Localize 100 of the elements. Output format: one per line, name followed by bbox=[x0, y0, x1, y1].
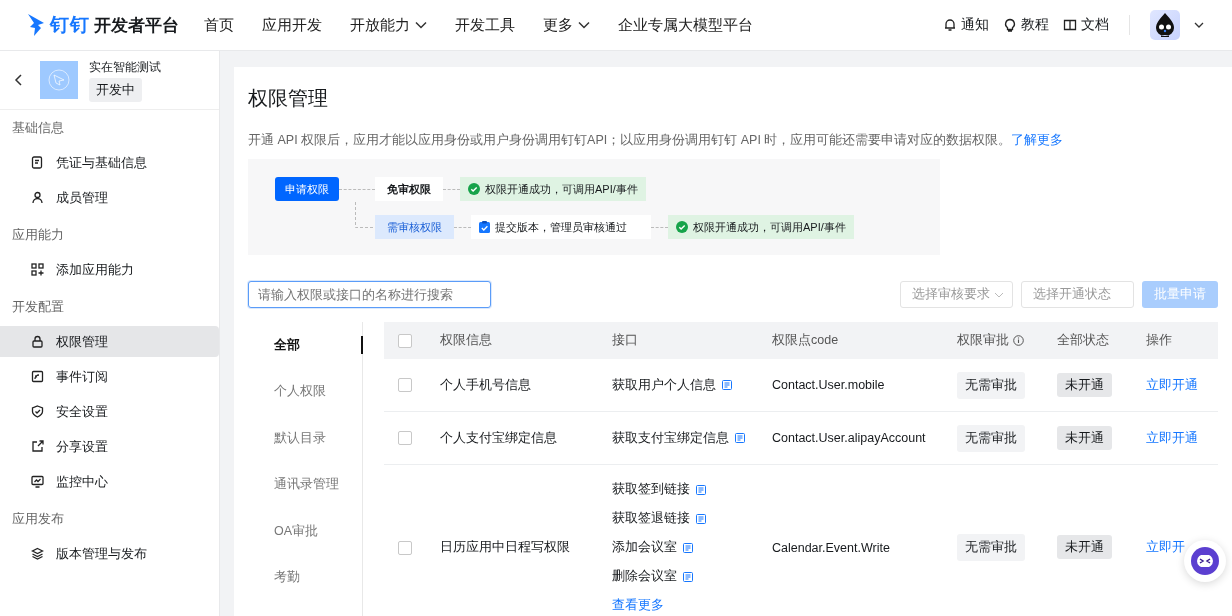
section-title: 应用能力 bbox=[11, 227, 65, 244]
select-all-checkbox[interactable] bbox=[398, 333, 412, 348]
sidebar-item[interactable]: 凭证与基础信息 bbox=[0, 147, 219, 178]
sidebar-item[interactable]: 添加应用能力 bbox=[0, 254, 219, 285]
api-name: 获取支付宝绑定信息 bbox=[612, 429, 729, 447]
chevron-down-icon bbox=[578, 21, 590, 29]
view-more-link[interactable]: 查看更多 bbox=[612, 591, 772, 616]
document-icon bbox=[31, 156, 44, 169]
api-name: 获取签到链接 bbox=[612, 481, 690, 498]
permission-name: 个人支付宝绑定信息 bbox=[440, 430, 557, 445]
flow-node: 需审核权限 bbox=[375, 215, 454, 239]
doc-list-icon[interactable] bbox=[722, 380, 732, 390]
book-icon bbox=[1063, 18, 1077, 32]
approval-tag: 无需审批 bbox=[957, 534, 1025, 561]
section-title: 应用发布 bbox=[11, 511, 65, 528]
enable-link[interactable]: 立即开 bbox=[1146, 540, 1185, 554]
api-name: 获取用户个人信息 bbox=[612, 376, 716, 394]
grid-plus-icon bbox=[31, 263, 44, 276]
flow-node: 免审权限 bbox=[375, 177, 443, 201]
back-icon[interactable] bbox=[14, 74, 22, 86]
doc-list-icon[interactable] bbox=[735, 433, 745, 443]
nav-link[interactable]: 应用开发 bbox=[262, 15, 322, 35]
header-link[interactable]: 教程 bbox=[1003, 16, 1049, 34]
column-header: 全部状态 bbox=[1057, 333, 1109, 347]
app-logo-icon bbox=[47, 68, 71, 92]
permission-code: Calendar.Event.Write bbox=[772, 540, 890, 555]
chat-bot-icon bbox=[1191, 547, 1219, 575]
check-circle-icon bbox=[468, 183, 480, 195]
doc-list-icon[interactable] bbox=[683, 571, 693, 582]
header-link[interactable]: 文档 bbox=[1063, 16, 1109, 34]
status-tag: 未开通 bbox=[1057, 425, 1112, 450]
category-item[interactable]: 通讯录管理 bbox=[248, 461, 362, 508]
lightbulb-icon bbox=[1003, 18, 1017, 32]
chevron-down-icon[interactable] bbox=[1194, 21, 1204, 29]
column-header: 操作 bbox=[1146, 333, 1172, 347]
search-field[interactable]: 请输入权限或接口的名称进行搜索 bbox=[248, 281, 491, 308]
sidebar-item[interactable]: 事件订阅 bbox=[0, 361, 219, 392]
avatar[interactable] bbox=[1150, 10, 1180, 40]
status-tag: 开发中 bbox=[89, 77, 142, 102]
share-icon bbox=[31, 440, 44, 453]
column-header: 接口 bbox=[612, 333, 638, 347]
api-name: 添加会议室 bbox=[612, 539, 677, 556]
category-item[interactable]: 考勤 bbox=[248, 554, 362, 601]
logo-text: 钉钉 bbox=[50, 13, 90, 37]
nav-link[interactable]: 首页 bbox=[204, 15, 234, 35]
layers-icon bbox=[31, 547, 44, 560]
doc-list-icon[interactable] bbox=[683, 542, 693, 553]
nav-link[interactable]: 开发工具 bbox=[455, 15, 515, 35]
learn-more-link[interactable]: 了解更多 bbox=[1011, 133, 1064, 147]
sidebar-item[interactable]: 分享设置 bbox=[0, 431, 219, 462]
approval-tag: 无需审批 bbox=[957, 371, 1025, 399]
shield-icon bbox=[31, 405, 44, 418]
flow-step: 权限开通成功，可调用API/事件 bbox=[460, 177, 646, 201]
chevron-down-icon bbox=[994, 291, 1004, 298]
doc-list-icon[interactable] bbox=[696, 513, 706, 524]
row-checkbox[interactable] bbox=[398, 378, 412, 392]
flow-step: 提交版本，管理员审核通过 bbox=[471, 215, 651, 239]
column-header: 权限点code bbox=[772, 333, 839, 347]
category-item[interactable]: 个人权限 bbox=[248, 368, 362, 415]
status-tag: 未开通 bbox=[1057, 535, 1112, 559]
monitor-icon bbox=[31, 475, 44, 488]
clipboard-check-icon bbox=[479, 221, 490, 233]
user-icon bbox=[31, 191, 44, 204]
sidebar-item[interactable]: 成员管理 bbox=[0, 182, 219, 213]
doc-list-icon[interactable] bbox=[696, 484, 706, 495]
sidebar-item[interactable]: 权限管理 bbox=[0, 326, 219, 357]
permission-code: Contact.User.mobile bbox=[772, 378, 885, 392]
row-checkbox[interactable] bbox=[398, 431, 412, 445]
enable-link[interactable]: 立即开通 bbox=[1146, 430, 1198, 445]
row-checkbox[interactable] bbox=[398, 540, 412, 555]
permission-name: 日历应用中日程写权限 bbox=[440, 540, 570, 554]
sidebar-item[interactable]: 安全设置 bbox=[0, 396, 219, 427]
category-item[interactable]: OA审批 bbox=[248, 508, 362, 555]
platform-title: 开发者平台 bbox=[94, 14, 179, 37]
check-circle-icon bbox=[676, 221, 688, 233]
column-header: 权限信息 bbox=[440, 333, 492, 347]
enable-link[interactable]: 立即开通 bbox=[1146, 377, 1198, 392]
column-header: 权限审批 bbox=[957, 332, 1009, 349]
bell-icon bbox=[943, 18, 957, 32]
category-item[interactable]: 全部 bbox=[248, 322, 362, 369]
header-link[interactable]: 通知 bbox=[943, 16, 989, 34]
chevron-down-icon bbox=[415, 21, 427, 29]
nav-link[interactable]: 企业专属大模型平台 bbox=[618, 15, 753, 35]
description: 开通 API 权限后，应用才能以应用身份或用户身份调用钉钉API；以应用身份调用钉钉 API 时，应用可能还需要申请对应的数据权限。 bbox=[248, 133, 1012, 147]
info-icon[interactable] bbox=[1013, 335, 1024, 346]
sidebar-item[interactable]: 版本管理与发布 bbox=[0, 538, 219, 569]
api-name: 获取签退链接 bbox=[612, 510, 690, 527]
flow-start-node: 申请权限 bbox=[275, 177, 339, 201]
api-name: 删除会议室 bbox=[612, 568, 677, 585]
section-title: 开发配置 bbox=[11, 299, 65, 316]
status-tag: 未开通 bbox=[1057, 372, 1112, 397]
category-item[interactable]: 默认目录 bbox=[248, 415, 362, 462]
nav-link[interactable]: 开放能力 bbox=[350, 15, 427, 35]
nav-link[interactable]: 更多 bbox=[543, 15, 590, 35]
page-title: 权限管理 bbox=[248, 86, 329, 111]
permission-code: Contact.User.alipayAccount bbox=[772, 431, 926, 445]
app-name: 实在智能测试 bbox=[89, 58, 161, 76]
permission-name: 个人手机号信息 bbox=[440, 377, 531, 392]
sidebar-item[interactable]: 监控中心 bbox=[0, 466, 219, 497]
flow-step: 权限开通成功，可调用API/事件 bbox=[668, 215, 854, 239]
